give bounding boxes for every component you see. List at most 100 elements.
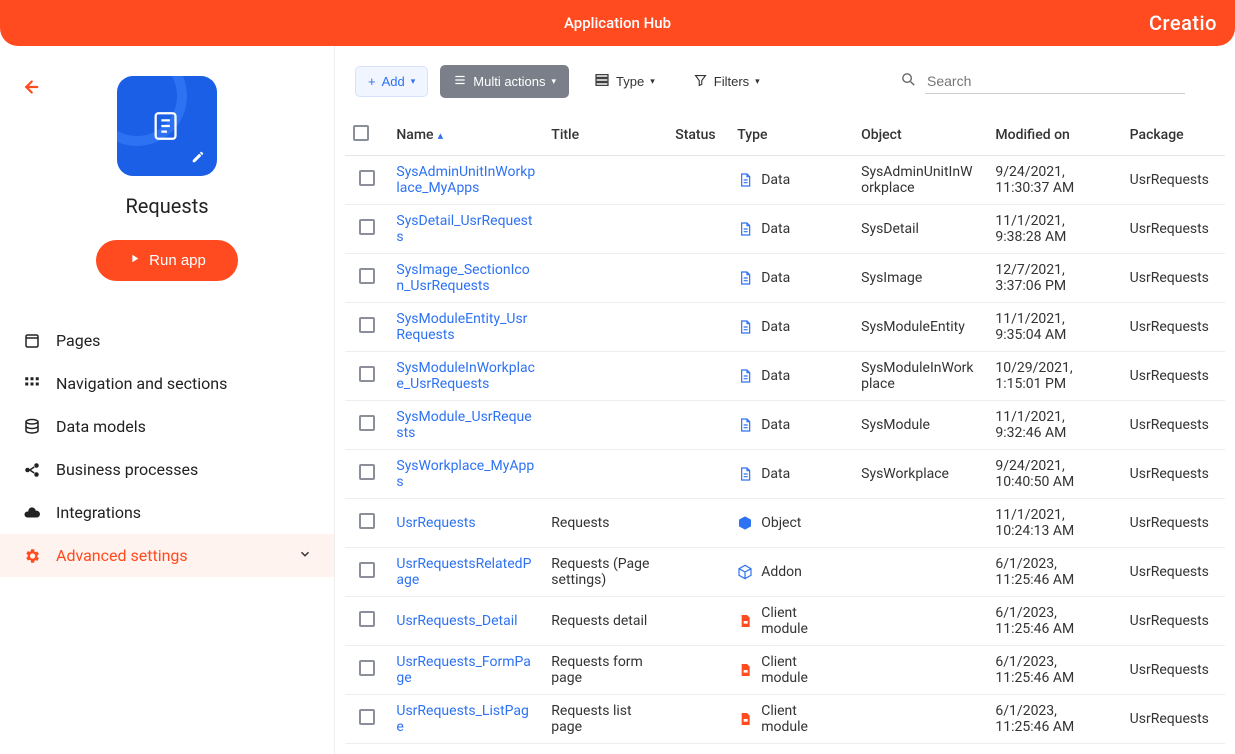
edit-icon[interactable] [187, 146, 209, 168]
sidebar-item-label: Advanced settings [56, 546, 188, 565]
row-type: Object [729, 499, 853, 548]
type-icon [737, 368, 753, 384]
cloud-icon [22, 504, 42, 522]
back-arrow-icon[interactable] [18, 76, 40, 102]
table-row[interactable]: UsrRequests_DetailRequests detailClient … [345, 597, 1225, 646]
type-filter-button[interactable]: Type ▾ [581, 64, 668, 99]
table-row[interactable]: SysModule_UsrRequestsDataSysModule11/1/2… [345, 401, 1225, 450]
row-checkbox[interactable] [359, 219, 375, 235]
add-button[interactable]: + Add ▾ [355, 66, 428, 97]
row-object [853, 646, 987, 695]
row-name[interactable]: UsrRequests_Detail [388, 597, 543, 646]
list-icon [453, 73, 467, 90]
table-row[interactable]: SysDetail_UsrRequestsDataSysDetail11/1/2… [345, 205, 1225, 254]
row-checkbox[interactable] [359, 415, 375, 431]
row-checkbox[interactable] [359, 317, 375, 333]
row-name[interactable]: UsrRequests [388, 499, 543, 548]
row-name[interactable]: SysDetail_UsrRequests [388, 205, 543, 254]
row-type: Data [729, 156, 853, 205]
plus-icon: + [368, 74, 376, 89]
select-all-checkbox[interactable] [353, 125, 369, 141]
sidebar-item-label: Pages [56, 331, 100, 350]
row-name[interactable]: SysImage_SectionIcon_UsrRequests [388, 254, 543, 303]
row-package: UsrRequests [1122, 646, 1225, 695]
chevron-down-icon [298, 546, 312, 565]
sidebar-item-navigation[interactable]: Navigation and sections [0, 362, 334, 405]
sidebar-item-label: Navigation and sections [56, 374, 227, 393]
type-icon [737, 270, 753, 286]
sidebar-item-processes[interactable]: Business processes [0, 448, 334, 491]
database-icon [22, 418, 42, 436]
row-object: SysModuleInWorkplace [853, 352, 987, 401]
multi-actions-button[interactable]: Multi actions ▾ [440, 65, 569, 98]
table-row[interactable]: UsrRequests_ListPageRequests list pageCl… [345, 695, 1225, 744]
row-checkbox[interactable] [359, 611, 375, 627]
chevron-down-icon: ▾ [755, 76, 760, 87]
row-checkbox[interactable] [359, 660, 375, 676]
row-name[interactable]: SysWorkplace_MyApps [388, 450, 543, 499]
table-row[interactable]: SysImage_SectionIcon_UsrRequests DataSysI… [345, 254, 1225, 303]
column-header-object[interactable]: Object [853, 117, 987, 156]
sidebar-item-data-models[interactable]: Data models [0, 405, 334, 448]
row-modified: 9/24/2021, 11:30:37 AM [987, 156, 1121, 205]
column-header-status[interactable]: Status [667, 117, 729, 156]
row-checkbox[interactable] [359, 268, 375, 284]
chevron-down-icon: ▾ [552, 76, 557, 87]
table-row[interactable]: SysModuleInWorkplace_UsrRequestsDataSysM… [345, 352, 1225, 401]
sidebar-item-integrations[interactable]: Integrations [0, 491, 334, 534]
filters-button[interactable]: Filters ▾ [680, 65, 773, 99]
row-status [667, 695, 729, 744]
row-checkbox[interactable] [359, 709, 375, 725]
row-package: UsrRequests [1122, 548, 1225, 597]
row-name[interactable]: UsrRequests_FormPage [388, 646, 543, 695]
row-type: Data [729, 303, 853, 352]
column-header-package[interactable]: Package [1122, 117, 1225, 156]
row-name[interactable]: SysModule_UsrRequests [388, 401, 543, 450]
run-app-button[interactable]: Run app [96, 240, 238, 281]
app-name: Requests [125, 194, 208, 218]
row-checkbox[interactable] [359, 170, 375, 186]
sidebar-item-pages[interactable]: Pages [0, 319, 334, 362]
search-input[interactable] [925, 69, 1185, 94]
table-row[interactable]: UsrRequestsRelatedPageRequests (Page set… [345, 548, 1225, 597]
process-icon [22, 461, 42, 479]
table-row[interactable]: UsrRequests_FormPageRequests form pageCl… [345, 646, 1225, 695]
row-checkbox[interactable] [359, 562, 375, 578]
row-status [667, 254, 729, 303]
row-name[interactable]: SysModuleInWorkplace_UsrRequests [388, 352, 543, 401]
table-row[interactable]: SysAdminUnitInWorkplace_MyAppsDataSysAdm… [345, 156, 1225, 205]
column-header-type[interactable]: Type [729, 117, 853, 156]
row-name[interactable]: UsrRequestsRelatedPage [388, 548, 543, 597]
row-modified: 11/1/2021, 9:38:28 AM [987, 205, 1121, 254]
column-header-name[interactable]: Name▴ [388, 117, 543, 156]
row-checkbox[interactable] [359, 366, 375, 382]
column-header-modified[interactable]: Modified on [987, 117, 1121, 156]
row-name[interactable]: SysAdminUnitInWorkplace_MyApps [388, 156, 543, 205]
row-type: Data [729, 254, 853, 303]
sort-indicator-icon: ▴ [438, 129, 444, 142]
gear-icon [22, 547, 42, 565]
row-object: SysImage [853, 254, 987, 303]
sidebar-item-advanced-settings[interactable]: Advanced settings [0, 534, 334, 577]
app-icon[interactable] [117, 76, 217, 176]
search-icon [900, 71, 917, 92]
nav-list: Pages Navigation and sections Data model… [0, 319, 334, 577]
row-type: Client module [729, 695, 853, 744]
sidebar-item-label: Data models [56, 417, 146, 436]
row-checkbox[interactable] [359, 513, 375, 529]
table-row[interactable]: SysModuleEntity_UsrRequestsDataSysModule… [345, 303, 1225, 352]
column-header-title[interactable]: Title [543, 117, 667, 156]
table-row[interactable]: UsrRequestsRequestsObject11/1/2021, 10:2… [345, 499, 1225, 548]
row-type: Addon [729, 548, 853, 597]
multi-actions-label: Multi actions [473, 74, 545, 89]
row-object [853, 548, 987, 597]
row-title: Requests form page [543, 646, 667, 695]
row-type: Data [729, 450, 853, 499]
chevron-down-icon: ▾ [411, 76, 416, 87]
row-name[interactable]: UsrRequests_ListPage [388, 695, 543, 744]
row-modified: 10/29/2021, 1:15:01 PM [987, 352, 1121, 401]
play-icon [128, 252, 141, 269]
row-name[interactable]: SysModuleEntity_UsrRequests [388, 303, 543, 352]
row-checkbox[interactable] [359, 464, 375, 480]
table-row[interactable]: SysWorkplace_MyAppsDataSysWorkplace9/24/… [345, 450, 1225, 499]
